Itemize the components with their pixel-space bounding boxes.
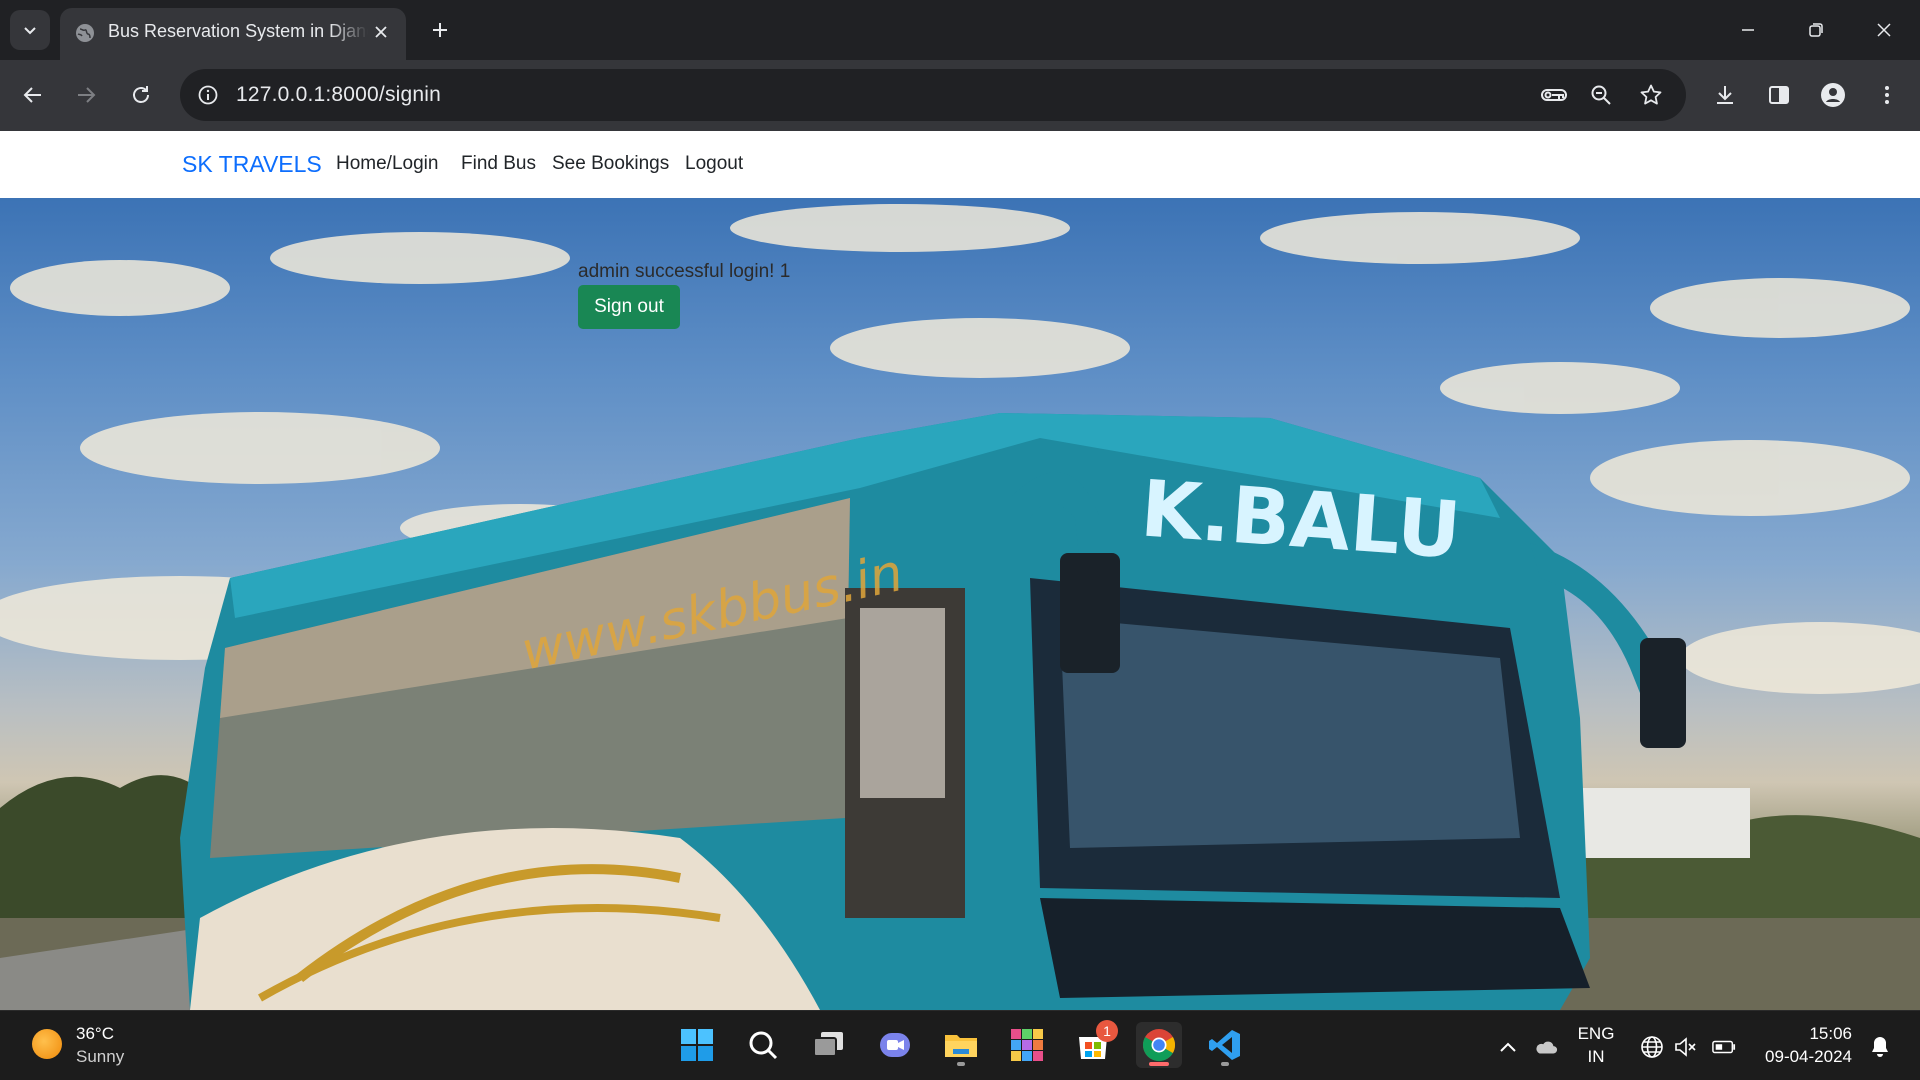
reload-button[interactable] — [121, 75, 161, 115]
side-panel-button[interactable] — [1759, 75, 1799, 115]
tab-title: Bus Reservation System in Django — [108, 21, 368, 41]
nav-find-bus[interactable]: Find Bus — [461, 153, 536, 175]
chevron-down-icon — [24, 27, 36, 35]
password-key-button[interactable] — [1539, 81, 1569, 109]
bus-photo: K.BALU www.skbbus.in — [0, 204, 1920, 1010]
cloud-icon — [1536, 1041, 1558, 1054]
restore-button[interactable] — [1788, 8, 1844, 52]
show-hidden-icons-button[interactable] — [1496, 1035, 1520, 1059]
chrome-menu-button[interactable] — [1867, 75, 1907, 115]
plus-icon — [433, 23, 447, 37]
start-button[interactable] — [674, 1022, 720, 1068]
mosaic-app-icon — [1011, 1029, 1043, 1061]
arrow-left-icon — [23, 87, 41, 103]
language-region: IN — [1587, 1047, 1605, 1066]
notifications-button[interactable] — [1868, 1035, 1892, 1059]
task-view-button[interactable] — [806, 1022, 852, 1068]
zoom-icon — [1591, 85, 1611, 105]
site-navbar: SK TRAVELS Home/Login Find Bus See Booki… — [0, 131, 1920, 198]
globe-icon — [76, 24, 94, 42]
clock-time: 15:06 — [1809, 1024, 1852, 1043]
sun-icon — [32, 1029, 62, 1059]
site-info-button[interactable] — [192, 79, 224, 111]
star-icon — [1640, 84, 1662, 105]
chrome-taskbar-button[interactable] — [1136, 1022, 1182, 1068]
reload-icon — [133, 86, 149, 103]
windows-taskbar: 36°C Sunny 1 ENG IN 15:06 09-04-2024 — [0, 1010, 1920, 1080]
tab-close-button[interactable] — [370, 21, 392, 43]
photos-app-button[interactable] — [1004, 1022, 1050, 1068]
weather-condition: Sunny — [76, 1047, 125, 1066]
language-code: ENG — [1577, 1024, 1615, 1043]
file-explorer-button[interactable] — [938, 1022, 984, 1068]
folder-icon — [945, 1035, 977, 1057]
more-vert-icon — [1885, 86, 1889, 104]
search-icon — [749, 1031, 778, 1060]
minimize-icon — [1742, 29, 1754, 31]
profile-button[interactable] — [1813, 75, 1853, 115]
nav-home-login[interactable]: Home/Login — [336, 153, 438, 175]
browser-tab[interactable]: Bus Reservation System in Django — [60, 8, 406, 60]
running-indicator — [957, 1062, 965, 1066]
login-status-message: admin successful login! 1 — [578, 261, 791, 282]
teams-chat-button[interactable] — [872, 1022, 918, 1068]
network-button[interactable] — [1640, 1035, 1664, 1059]
vscode-icon — [1209, 1030, 1240, 1060]
globe-network-icon — [1641, 1036, 1663, 1058]
bookmark-button[interactable] — [1636, 81, 1666, 109]
restore-icon — [1809, 23, 1823, 37]
arrow-right-icon — [78, 87, 96, 103]
tab-search-button[interactable] — [10, 10, 50, 50]
back-button[interactable] — [13, 75, 53, 115]
task-view-icon — [813, 1032, 843, 1057]
new-tab-button[interactable] — [424, 14, 456, 46]
url-text[interactable]: 127.0.0.1:8000/signin — [236, 83, 441, 107]
hero-background-image: K.BALU www.skbbus.in admin successful lo… — [0, 198, 1920, 1010]
minimize-button[interactable] — [1720, 8, 1776, 52]
clock-date: 09-04-2024 — [1765, 1047, 1852, 1066]
volume-button[interactable] — [1674, 1035, 1698, 1059]
downloads-button[interactable] — [1705, 75, 1745, 115]
weather-temperature: 36°C — [76, 1024, 114, 1043]
video-chat-icon — [880, 1033, 910, 1057]
search-button[interactable] — [740, 1022, 786, 1068]
battery-icon — [1712, 1040, 1736, 1054]
profile-icon — [1821, 83, 1845, 107]
chrome-icon — [1142, 1029, 1176, 1062]
side-panel-icon — [1769, 86, 1789, 104]
zoom-button[interactable] — [1586, 81, 1616, 109]
microsoft-store-button[interactable]: 1 — [1070, 1020, 1118, 1068]
volume-mute-icon — [1675, 1037, 1696, 1057]
browser-toolbar: 127.0.0.1:8000/signin — [0, 60, 1920, 131]
onedrive-button[interactable] — [1534, 1035, 1558, 1059]
vscode-taskbar-button[interactable] — [1202, 1022, 1248, 1068]
web-page: SK TRAVELS Home/Login Find Bus See Booki… — [0, 131, 1920, 1010]
info-icon — [198, 85, 218, 105]
close-icon — [375, 26, 387, 38]
running-indicator — [1221, 1062, 1229, 1066]
bell-icon — [1872, 1037, 1888, 1057]
address-bar[interactable]: 127.0.0.1:8000/signin — [180, 69, 1686, 121]
nav-logout[interactable]: Logout — [685, 153, 743, 175]
sign-out-button[interactable]: Sign out — [578, 285, 680, 329]
windows-icon — [681, 1029, 713, 1061]
brand-link[interactable]: SK TRAVELS — [182, 151, 322, 178]
download-icon — [1717, 86, 1733, 104]
close-icon — [1877, 23, 1891, 37]
active-indicator — [1149, 1062, 1169, 1066]
notification-badge: 1 — [1096, 1020, 1118, 1042]
battery-button[interactable] — [1712, 1035, 1736, 1059]
chevron-up-icon — [1500, 1042, 1516, 1052]
browser-tab-strip: Bus Reservation System in Django — [0, 0, 1920, 60]
key-icon — [1541, 89, 1567, 101]
forward-button[interactable] — [66, 75, 106, 115]
close-window-button[interactable] — [1856, 8, 1912, 52]
nav-see-bookings[interactable]: See Bookings — [552, 153, 669, 175]
